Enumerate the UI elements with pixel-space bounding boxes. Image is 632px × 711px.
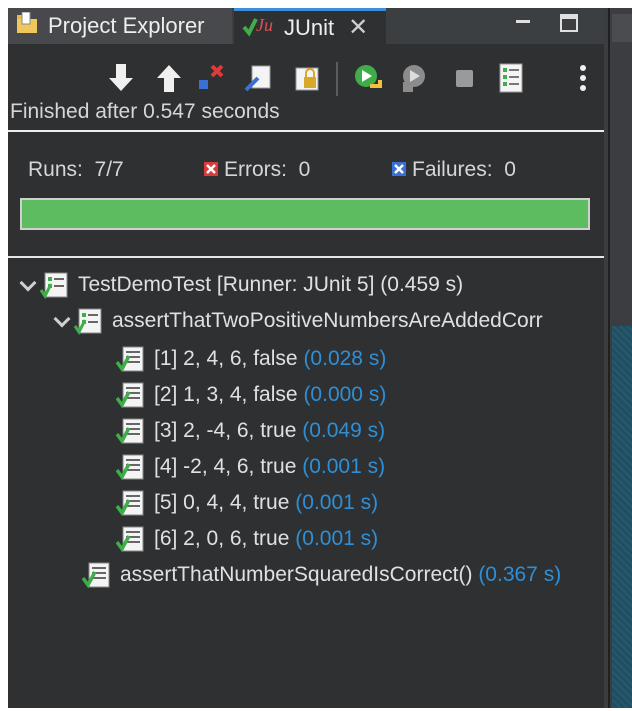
toolbar-separator	[336, 62, 338, 96]
failures-label: Failures:	[412, 158, 493, 181]
test-passed-icon	[81, 560, 112, 590]
test-passed-icon	[115, 452, 146, 482]
previous-failure-icon[interactable]	[154, 62, 184, 94]
failure-icon	[392, 162, 406, 176]
tree-node-time: (0.459 s)	[380, 273, 464, 296]
failures-value: 0	[504, 158, 516, 181]
tab-project-explorer[interactable]: Project Explorer	[8, 8, 232, 44]
tree-node-param-3[interactable]: [3] 2, -4, 6, true (0.049 s)	[115, 414, 386, 448]
test-run-history-icon[interactable]	[496, 62, 526, 94]
chevron-down-icon[interactable]	[52, 304, 74, 338]
tab-junit-label: JUnit	[284, 14, 335, 40]
test-tree: TestDemoTest [Runner: JUnit 5] (0.459 s)…	[8, 264, 604, 704]
tree-node-param-1[interactable]: [1] 2, 4, 6, false (0.028 s)	[115, 342, 387, 376]
tab-bar: Project Explorer Ju JUnit ✕	[8, 8, 604, 44]
tree-node-label: [6] 2, 0, 6, true	[154, 527, 290, 550]
show-failures-only-icon[interactable]	[196, 62, 226, 94]
progress-bar	[20, 198, 590, 230]
rerun-icon[interactable]	[352, 62, 382, 94]
divider	[8, 130, 604, 132]
failures-counter: Failures: 0	[392, 158, 516, 182]
view-menu-icon[interactable]	[568, 62, 598, 94]
tab-project-explorer-label: Project Explorer	[48, 13, 205, 38]
project-explorer-icon	[16, 11, 40, 40]
test-passed-icon	[115, 344, 146, 374]
tree-node-time: (0.028 s)	[303, 347, 387, 370]
panel-divider	[8, 256, 604, 258]
test-counters: Runs: 7/7 Errors: 0 Failures: 0	[8, 154, 604, 188]
error-icon	[204, 162, 218, 176]
tree-node-method[interactable]: assertThatNumberSquaredIsCorrect() (0.36…	[81, 558, 562, 592]
errors-value: 0	[298, 158, 311, 181]
tree-node-time: (0.049 s)	[302, 419, 386, 442]
junit-view: Project Explorer Ju JUnit ✕ Finished aft…	[8, 8, 604, 708]
test-passed-icon	[115, 488, 146, 518]
tree-node-time: (0.000 s)	[303, 383, 387, 406]
tree-node-param-6[interactable]: [6] 2, 0, 6, true (0.001 s)	[115, 522, 379, 556]
progress-fill	[22, 200, 588, 228]
show-skipped-icon[interactable]	[292, 62, 322, 94]
tree-node-time: (0.001 s)	[302, 455, 386, 478]
tree-node-param-4[interactable]: [4] -2, 4, 6, true (0.001 s)	[115, 450, 386, 484]
test-suite-icon	[39, 270, 70, 300]
test-passed-icon	[115, 380, 146, 410]
tree-node-label: assertThatNumberSquaredIsCorrect()	[120, 563, 473, 586]
tree-node-label: assertThatTwoPositiveNumbersAreAddedCorr	[112, 309, 543, 332]
tree-node-param-2[interactable]: [2] 1, 3, 4, false (0.000 s)	[115, 378, 387, 412]
next-failure-icon[interactable]	[106, 62, 136, 94]
test-passed-icon	[115, 416, 146, 446]
tree-node-label: TestDemoTest [Runner: JUnit 5]	[78, 273, 375, 296]
adjacent-editor-edge	[604, 8, 632, 708]
runs-counter: Runs: 7/7	[28, 158, 124, 182]
tree-node-label: [4] -2, 4, 6, true	[154, 455, 297, 478]
test-passed-icon	[115, 524, 146, 554]
tree-node-group[interactable]: assertThatTwoPositiveNumbersAreAddedCorr	[52, 304, 543, 338]
runs-label: Runs:	[28, 158, 83, 181]
junit-icon: Ju	[242, 13, 276, 43]
svg-text:Ju: Ju	[256, 15, 273, 35]
errors-counter: Errors: 0	[204, 158, 310, 182]
tree-node-time: (0.001 s)	[295, 491, 379, 514]
scroll-lock-icon[interactable]	[244, 62, 274, 94]
minimize-button[interactable]	[512, 10, 534, 38]
tree-node-time: (0.001 s)	[295, 527, 379, 550]
test-suite-icon	[73, 306, 104, 336]
tree-node-root[interactable]: TestDemoTest [Runner: JUnit 5] (0.459 s)	[18, 268, 463, 302]
rerun-failed-first-icon[interactable]	[400, 62, 430, 94]
tree-node-label: [2] 1, 3, 4, false	[154, 383, 298, 406]
maximize-button[interactable]	[560, 14, 578, 32]
tree-node-time: (0.367 s)	[478, 563, 562, 586]
tree-node-param-5[interactable]: [5] 0, 4, 4, true (0.001 s)	[115, 486, 379, 520]
runs-value: 7/7	[94, 158, 124, 181]
tab-junit[interactable]: Ju JUnit ✕	[234, 8, 386, 44]
tree-node-label: [5] 0, 4, 4, true	[154, 491, 290, 514]
status-message: Finished after 0.547 seconds	[10, 100, 280, 123]
stop-icon[interactable]	[450, 62, 480, 94]
tree-node-label: [3] 2, -4, 6, true	[154, 419, 297, 442]
junit-toolbar	[8, 48, 604, 106]
chevron-down-icon[interactable]	[18, 268, 40, 302]
close-icon[interactable]: ✕	[348, 13, 368, 42]
tree-node-label: [1] 2, 4, 6, false	[154, 347, 298, 370]
errors-label: Errors:	[224, 158, 287, 181]
